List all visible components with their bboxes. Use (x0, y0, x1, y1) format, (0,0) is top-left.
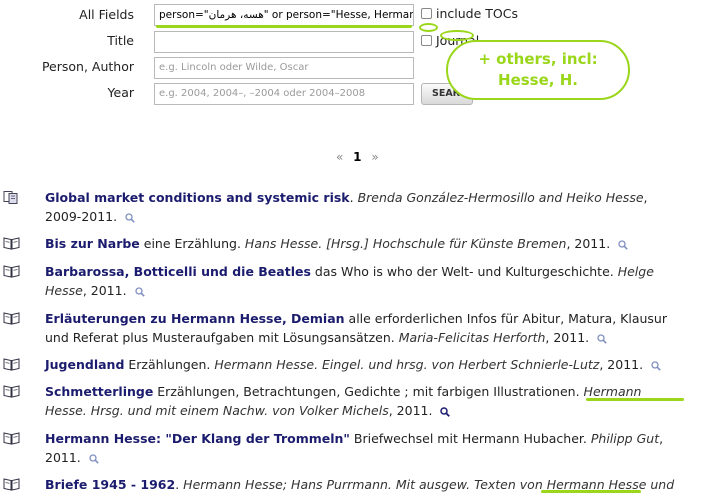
book-icon (3, 237, 20, 250)
magnifier-icon[interactable] (597, 333, 607, 344)
result-author: Maria-Felicitas Herforth (398, 330, 546, 345)
annotation-cloud: + others, incl: Hesse, H. (446, 40, 630, 100)
result-title[interactable]: Briefe 1945 - 1962 (45, 477, 175, 492)
include-tocs-label: include TOCs (436, 6, 518, 21)
author-highlight-underline (586, 398, 684, 401)
book-icon (3, 358, 20, 371)
result-description: das Who is who der Welt- und Kulturgesch… (310, 264, 614, 279)
annotation-cloud-line1: + others, incl: (478, 50, 598, 68)
highlight-oval-large (440, 30, 474, 41)
title-input[interactable] (154, 31, 414, 53)
result-title[interactable]: Jugendland (45, 357, 124, 372)
journal-checkbox[interactable] (421, 35, 432, 46)
result-year: , 2011. (388, 403, 433, 418)
result-title[interactable]: Global market conditions and systemic ri… (45, 190, 350, 205)
person-author-label: Person, Author (41, 59, 134, 74)
result-author: Philipp Gut (590, 431, 660, 446)
all-fields-input[interactable]: person="هسه، هرمان" or person="Hesse, He… (154, 4, 414, 26)
pagination-prev[interactable]: « (336, 150, 343, 164)
pagination-current: 1 (353, 150, 362, 164)
result-description: . (175, 477, 180, 492)
result-year: , 2011. (599, 357, 644, 372)
magnifier-icon[interactable] (440, 406, 451, 417)
result-author: Brenda González-Hermosillo and Heiko Hes… (357, 190, 644, 205)
book-icon (3, 265, 20, 278)
query-highlight-underline (156, 25, 412, 28)
result-title[interactable]: Bis zur Narbe (45, 236, 140, 251)
book-icon (3, 385, 20, 398)
magnifier-icon[interactable] (134, 286, 145, 297)
result-year: , 2011. (82, 283, 127, 298)
magnifier-icon[interactable] (651, 360, 661, 371)
year-label: Year (107, 85, 134, 100)
result-description: Erzählungen. (124, 357, 211, 372)
result-title[interactable]: Schmetterlinge (45, 384, 153, 399)
magnifier-icon[interactable] (618, 239, 628, 250)
highlight-oval-small (419, 23, 438, 32)
result-description: Erzählungen, Betrachtungen, Gedichte ; m… (153, 384, 580, 399)
result-author: Hermann Hesse. Eingel. und hrsg. von Her… (214, 357, 600, 372)
annotation-cloud-line2: Hesse, H. (498, 71, 578, 89)
result-title[interactable]: Erläuterungen zu Hermann Hesse, Demian (45, 311, 345, 326)
result-description: eine Erzählung. (139, 236, 241, 251)
result-year: , 2011. (566, 236, 611, 251)
book-icon (3, 312, 20, 325)
magnifier-icon[interactable] (125, 212, 135, 223)
title-label: Title (107, 33, 134, 48)
pagination-next[interactable]: » (371, 150, 378, 164)
include-tocs-checkbox[interactable] (421, 8, 432, 19)
article-icon (3, 191, 18, 204)
result-description: Briefwechsel mit Hermann Hubacher. (349, 431, 587, 446)
book-icon (3, 478, 20, 491)
result-title[interactable]: Barbarossa, Botticelli und die Beatles (45, 264, 311, 279)
book-icon (3, 432, 20, 445)
person-author-input[interactable]: e.g. Lincoln oder Wilde, Oscar (154, 57, 414, 79)
result-title[interactable]: Hermann Hesse: "Der Klang der Trommeln" (45, 431, 350, 446)
result-author: Hans Hesse. [Hrsg.] Hochschule für Künst… (244, 236, 567, 251)
year-input[interactable]: e.g. 2004, 2004–, –2004 oder 2004–2008 (154, 83, 414, 105)
result-description: . (349, 190, 354, 205)
author-highlight-underline (541, 490, 641, 493)
magnifier-icon[interactable] (89, 453, 99, 464)
pagination: « 1 » (336, 150, 379, 164)
result-year: , 2011. (545, 330, 590, 345)
all-fields-label: All Fields (79, 7, 134, 22)
